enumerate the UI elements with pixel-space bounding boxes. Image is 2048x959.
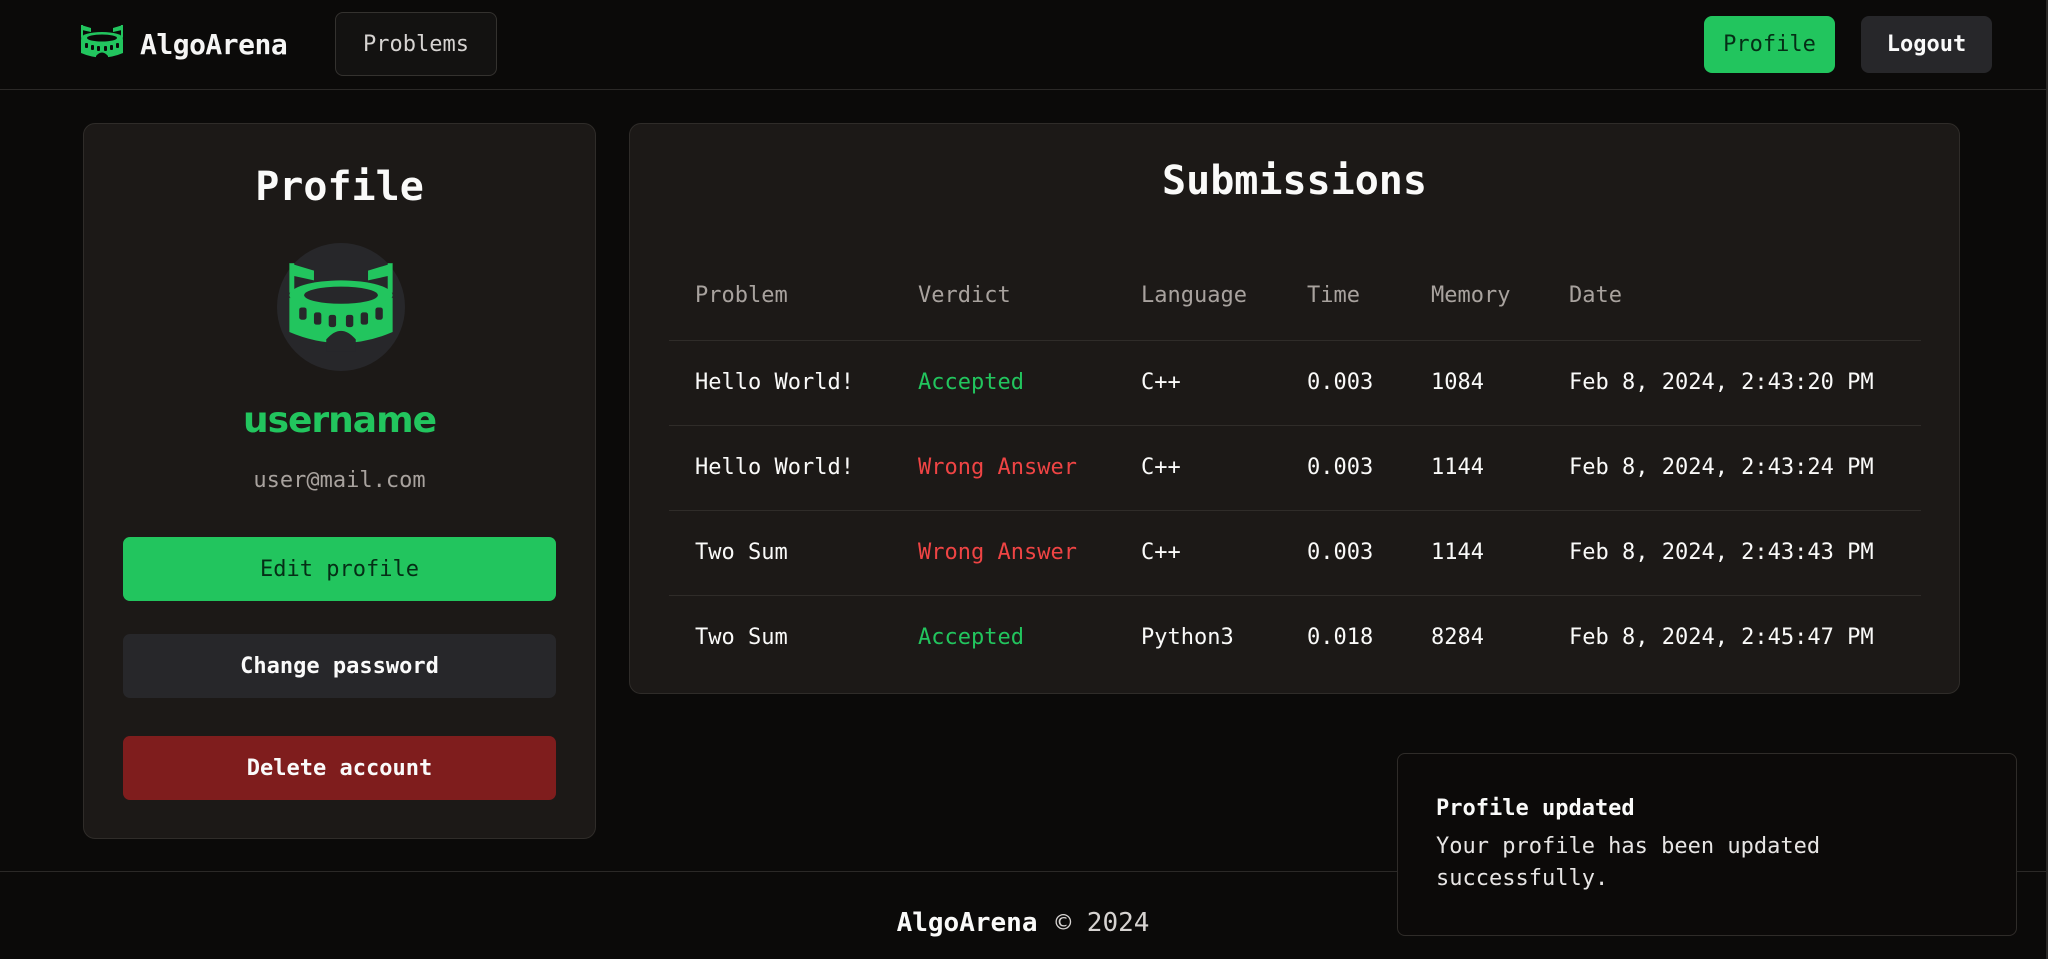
cell-memory: 1144	[1405, 510, 1543, 596]
username: username	[242, 400, 437, 441]
delete-account-button[interactable]: Delete account	[123, 736, 556, 800]
cell-time: 0.018	[1307, 625, 1374, 651]
profile-card: Profile username user@mail.com Edit prof…	[83, 123, 596, 839]
cell-problem[interactable]: Two Sum	[669, 510, 892, 596]
cell-language: C++	[1115, 510, 1281, 596]
user-email: user@mail.com	[253, 468, 426, 493]
navbar: AlgoArena Problems Profile Logout	[0, 0, 2046, 90]
toast-notification[interactable]: Profile updated Your profile has been up…	[1397, 753, 2017, 936]
cell-time: 0.003	[1281, 510, 1405, 596]
footer-brand: AlgoArena	[896, 908, 1038, 938]
stadium-icon	[282, 255, 400, 359]
page: AlgoArena Problems Profile Logout Profil…	[0, 0, 2048, 959]
profile-title: Profile	[255, 164, 424, 210]
footer-copyright: © 2024	[1055, 908, 1150, 938]
submissions-table: Problem Verdict Language Time Memory Dat…	[669, 252, 1921, 680]
cell-date: Feb 8, 2024, 2:43:24 PM	[1543, 425, 1921, 511]
change-password-button[interactable]: Change password	[123, 634, 556, 698]
toast-title: Profile updated	[1436, 796, 1635, 821]
cell-verdict: Wrong Answer	[892, 425, 1115, 511]
submissions-title: Submissions	[1162, 158, 1427, 204]
column-header-verdict: Verdict	[892, 252, 1115, 341]
cell-verdict: Accepted	[892, 340, 1115, 426]
cell-language: C++	[1115, 425, 1281, 511]
brand-name: AlgoArena	[140, 27, 288, 61]
stadium-icon	[78, 22, 126, 66]
cell-problem[interactable]: Hello World!	[669, 340, 892, 426]
cell-memory: 1144	[1405, 425, 1543, 511]
logout-button[interactable]: Logout	[1861, 16, 1992, 73]
cell-language: C++	[1115, 340, 1281, 426]
table-row[interactable]: Hello World! Accepted C++ 0.003 1084 Feb…	[669, 340, 1921, 426]
column-header-time: Time	[1281, 252, 1405, 341]
cell-verdict: Accepted	[918, 625, 1024, 651]
cell-problem[interactable]: Hello World!	[669, 425, 892, 511]
column-header-memory: Memory	[1405, 252, 1543, 341]
table-row[interactable]: Two Sum Wrong Answer C++ 0.003 1144 Feb …	[669, 510, 1921, 596]
table-row[interactable]: Two Sum Accepted Python3 0.018 8284 Feb …	[669, 595, 1921, 680]
brand-link[interactable]: AlgoArena	[78, 22, 288, 66]
cell-problem[interactable]: Two Sum	[669, 595, 892, 680]
toast-message: Your profile has been updated successful…	[1436, 834, 1821, 891]
column-header-language: Language	[1115, 252, 1281, 341]
cell-date: Feb 8, 2024, 2:43:20 PM	[1543, 340, 1921, 426]
table-row[interactable]: Hello World! Wrong Answer C++ 0.003 1144…	[669, 425, 1921, 511]
problems-nav-button[interactable]: Problems	[335, 12, 497, 76]
column-header-problem: Problem	[669, 252, 892, 341]
cell-date: Feb 8, 2024, 2:45:47 PM	[1569, 625, 1874, 651]
avatar	[277, 243, 405, 371]
cell-time: 0.003	[1281, 340, 1405, 426]
edit-profile-button[interactable]: Edit profile	[123, 537, 556, 601]
cell-date: Feb 8, 2024, 2:43:43 PM	[1543, 510, 1921, 596]
profile-nav-button[interactable]: Profile	[1704, 16, 1835, 73]
submissions-card: Submissions Problem Verdict Language Tim…	[629, 123, 1960, 694]
table-header-row: Problem Verdict Language Time Memory Dat…	[669, 252, 1921, 341]
cell-language: Python3	[1141, 625, 1234, 651]
cell-memory: 1084	[1405, 340, 1543, 426]
column-header-date: Date	[1543, 252, 1921, 341]
cell-verdict: Wrong Answer	[892, 510, 1115, 596]
cell-memory: 8284	[1431, 625, 1484, 651]
cell-time: 0.003	[1281, 425, 1405, 511]
